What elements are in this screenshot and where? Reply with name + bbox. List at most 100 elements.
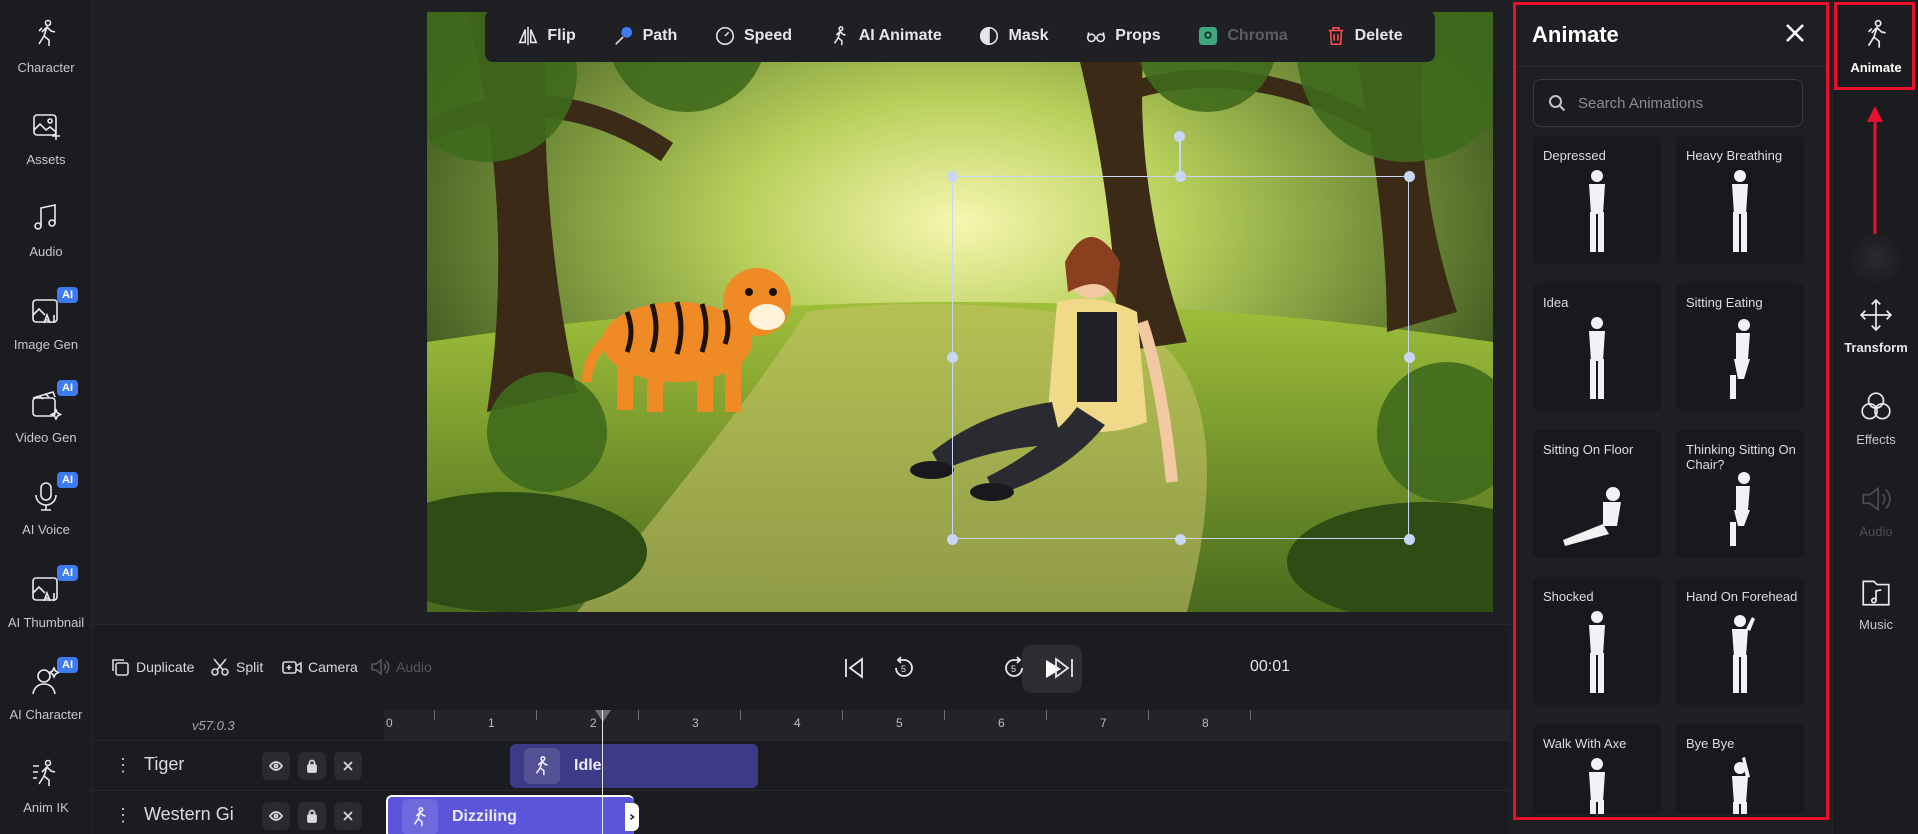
animation-card[interactable]: Walk With Axe bbox=[1533, 724, 1661, 814]
rail-item-transform[interactable]: Transform bbox=[1833, 280, 1918, 368]
sidebar-item-image-gen[interactable]: AI Image Gen bbox=[0, 277, 92, 365]
animation-clip[interactable]: Idle bbox=[510, 744, 758, 788]
remove-track-button[interactable] bbox=[334, 802, 362, 830]
resize-handle-right[interactable] bbox=[1404, 352, 1415, 363]
rewind-icon: 5 bbox=[895, 656, 913, 677]
animation-card[interactable]: Shocked bbox=[1533, 577, 1661, 705]
ruler-tick-label: 4 bbox=[794, 716, 801, 730]
clip-label: Dizziling bbox=[452, 808, 517, 825]
speaker-icon bbox=[371, 658, 390, 676]
animation-card[interactable]: Bye Bye bbox=[1676, 724, 1804, 814]
skip-to-end-button[interactable] bbox=[1048, 652, 1080, 684]
ruler-tick-label: 8 bbox=[1202, 716, 1209, 730]
rail-item-music[interactable]: Music bbox=[1833, 557, 1918, 645]
sidebar-item-character[interactable]: Character bbox=[0, 0, 92, 88]
kebab-menu-icon[interactable]: ⋮ bbox=[114, 805, 132, 826]
sidebar-item-ai-character[interactable]: AI AI Character bbox=[0, 647, 92, 735]
animation-card[interactable]: Sitting On Floor bbox=[1533, 430, 1661, 558]
kebab-menu-icon[interactable]: ⋮ bbox=[114, 755, 132, 776]
ai-badge: AI bbox=[57, 472, 78, 488]
search-input[interactable] bbox=[1578, 94, 1788, 112]
path-button[interactable]: Path bbox=[613, 25, 677, 47]
timeline-ruler[interactable]: 012345678 bbox=[384, 710, 1510, 740]
sidebar-item-label: Character bbox=[17, 60, 75, 75]
rail-item-label: Effects bbox=[1856, 432, 1896, 447]
sidebar-item-anim-ik[interactable]: Anim IK bbox=[0, 740, 92, 828]
speaker-icon bbox=[1862, 486, 1891, 512]
sidebar-item-video-gen[interactable]: AI Video Gen bbox=[0, 370, 92, 458]
chroma-button[interactable]: Chroma bbox=[1197, 25, 1288, 47]
props-button[interactable]: Props bbox=[1085, 25, 1161, 47]
visibility-toggle[interactable] bbox=[262, 802, 290, 830]
animation-clip-selected[interactable]: Dizziling bbox=[386, 795, 634, 834]
visibility-toggle[interactable] bbox=[262, 752, 290, 780]
animation-label: Sitting On Floor bbox=[1543, 442, 1634, 457]
ruler-tick-label: 3 bbox=[692, 716, 699, 730]
resize-handle-bottom-right[interactable] bbox=[1404, 534, 1415, 545]
delete-button[interactable]: Delete bbox=[1325, 25, 1403, 47]
glasses-icon bbox=[1087, 32, 1106, 43]
sidebar-item-audio[interactable]: Audio bbox=[0, 184, 92, 272]
playhead-line[interactable] bbox=[602, 710, 603, 834]
duplicate-button[interactable]: Duplicate bbox=[110, 657, 194, 677]
playhead-marker[interactable] bbox=[595, 710, 611, 722]
animation-card[interactable]: Depressed bbox=[1533, 136, 1661, 264]
speed-button[interactable]: Speed bbox=[714, 25, 792, 47]
figure-preview bbox=[1573, 166, 1621, 256]
ruler-tick-mark bbox=[1046, 710, 1047, 720]
ruler-tick-mark bbox=[842, 710, 843, 720]
skip-to-start-button[interactable] bbox=[838, 652, 870, 684]
animation-card[interactable]: Hand On Forehead bbox=[1676, 577, 1804, 705]
rotation-handle-line bbox=[1179, 136, 1181, 176]
animation-card[interactable]: Heavy Breathing bbox=[1676, 136, 1804, 264]
sidebar-item-ai-voice[interactable]: AI AI Voice bbox=[0, 462, 92, 550]
split-label: Split bbox=[236, 659, 264, 675]
rewind-5-button[interactable]: 5 bbox=[888, 652, 920, 684]
rail-item-effects[interactable]: Effects bbox=[1833, 372, 1918, 460]
animation-card[interactable]: Thinking Sitting On Chair? bbox=[1676, 430, 1804, 558]
resize-handle-top-left[interactable] bbox=[947, 171, 958, 182]
close-panel-button[interactable] bbox=[1780, 18, 1810, 48]
figure-preview bbox=[1716, 607, 1764, 697]
ruler-tick-mark bbox=[740, 710, 741, 720]
animation-card[interactable]: Idea bbox=[1533, 283, 1661, 411]
sidebar-item-label: Image Gen bbox=[13, 337, 79, 352]
selection-box[interactable] bbox=[952, 176, 1409, 539]
track-row: ⋮ Tiger Idle bbox=[92, 740, 1510, 790]
ruler-tick-mark bbox=[638, 710, 639, 720]
sidebar-item-label: Anim IK bbox=[23, 800, 69, 815]
mask-button[interactable]: Mask bbox=[978, 25, 1049, 47]
rail-item-animate[interactable]: Animate bbox=[1833, 0, 1918, 88]
speed-icon bbox=[715, 26, 735, 46]
rotation-handle[interactable] bbox=[1174, 131, 1185, 142]
speed-label: Speed bbox=[743, 27, 792, 44]
animation-card[interactable]: Sitting Eating bbox=[1676, 283, 1804, 411]
animation-label: Idea bbox=[1543, 295, 1569, 310]
split-button[interactable]: Split bbox=[210, 657, 263, 677]
remove-track-button[interactable] bbox=[334, 752, 362, 780]
figure-preview bbox=[1573, 607, 1621, 697]
resize-handle-bottom-left[interactable] bbox=[947, 534, 958, 545]
lock-toggle[interactable] bbox=[298, 802, 326, 830]
forward-5-button[interactable]: 5 bbox=[998, 652, 1030, 684]
props-label: Props bbox=[1115, 27, 1161, 44]
lock-toggle[interactable] bbox=[298, 752, 326, 780]
flip-button[interactable]: Flip bbox=[517, 25, 576, 47]
rail-item-audio[interactable]: Audio bbox=[1833, 464, 1918, 552]
eye-icon bbox=[269, 811, 283, 821]
camera-button[interactable]: Camera bbox=[282, 657, 358, 677]
panel-title: Animate bbox=[1532, 22, 1619, 47]
eye-icon bbox=[269, 761, 283, 771]
resize-handle-bottom[interactable] bbox=[1175, 534, 1186, 545]
audio-button[interactable]: Audio bbox=[370, 657, 432, 677]
sidebar-item-ai-thumbnail[interactable]: AI AI Thumbnail bbox=[0, 555, 92, 643]
sidebar-item-assets[interactable]: Assets bbox=[0, 92, 92, 180]
ik-figure-icon bbox=[28, 756, 64, 792]
resize-handle-top[interactable] bbox=[1175, 171, 1186, 182]
resize-handle-top-right[interactable] bbox=[1404, 171, 1415, 182]
clip-trim-handle[interactable] bbox=[625, 803, 639, 831]
camera-icon bbox=[282, 661, 302, 674]
ai-animate-button[interactable]: AI Animate bbox=[829, 25, 942, 47]
resize-handle-left[interactable] bbox=[947, 352, 958, 363]
trash-icon bbox=[1328, 26, 1343, 46]
